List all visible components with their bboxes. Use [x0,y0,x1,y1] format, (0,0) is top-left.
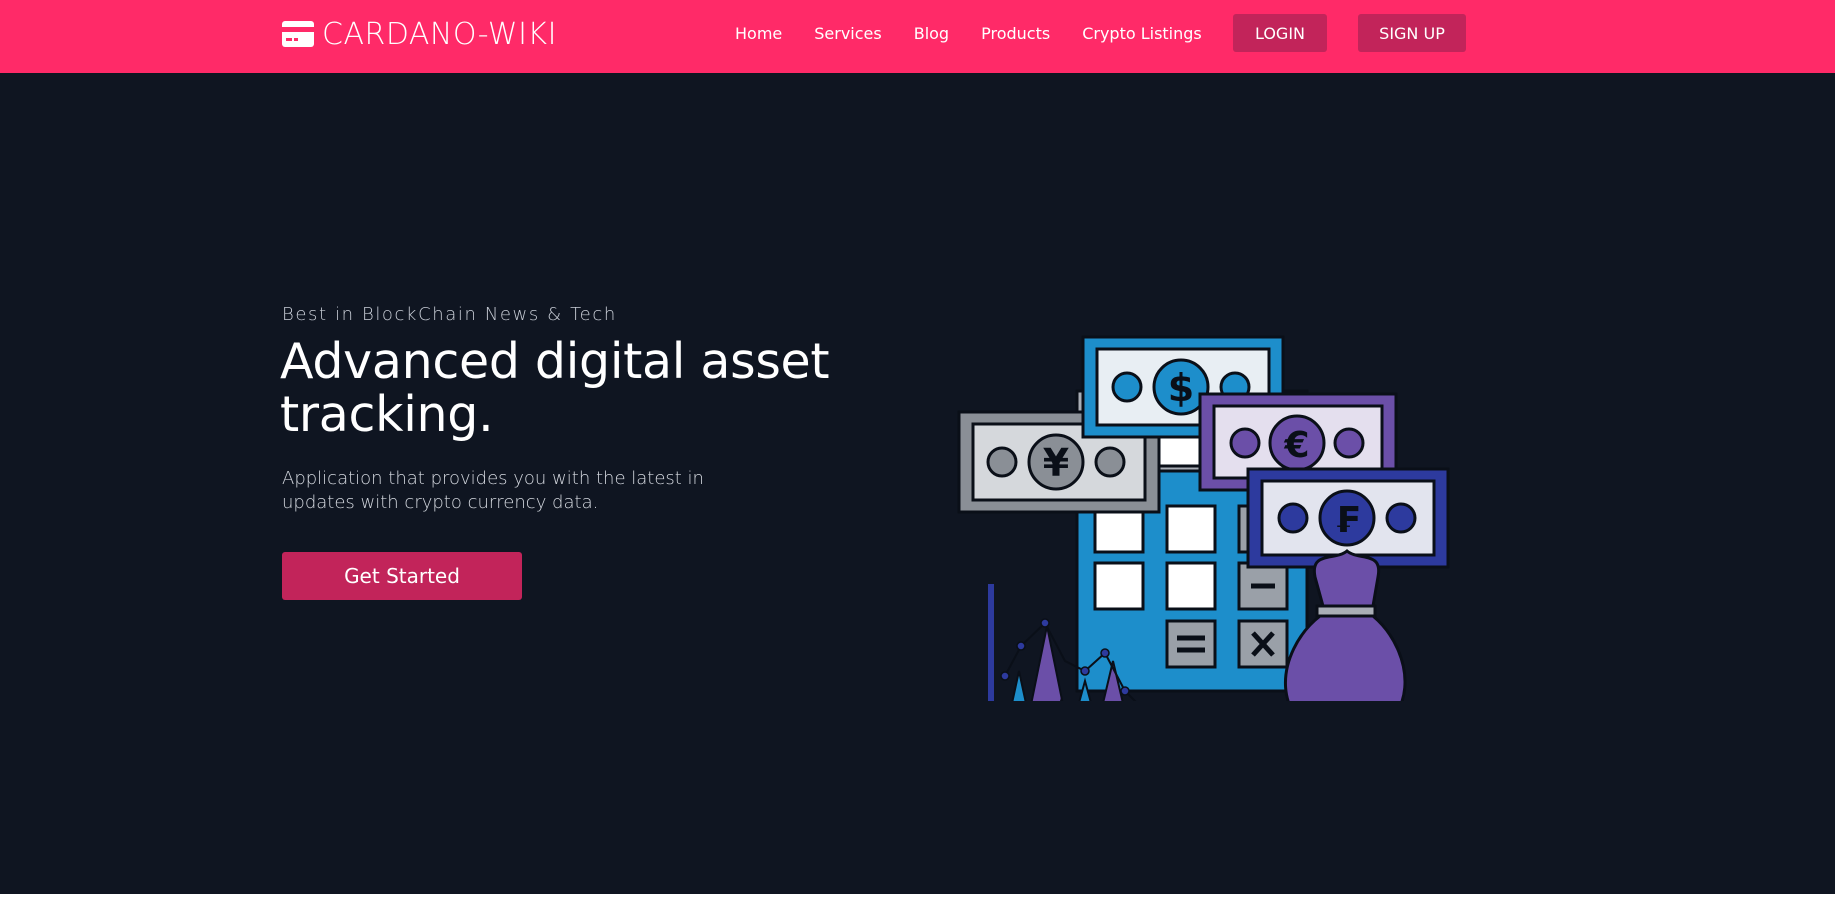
nav-link-services[interactable]: Services [814,24,881,43]
nav-link-crypto-listings[interactable]: Crypto Listings [1082,24,1202,43]
top-navbar: CARDANO-WIKI Home Services Blog Products… [0,0,1835,73]
finance-calculator-illustration: ¥ $ € ₣ [957,335,1450,701]
svg-text:₣: ₣ [1334,500,1359,541]
page-bottom-strip [0,894,1835,917]
brand-logo-link[interactable]: CARDANO-WIKI [282,14,557,54]
nav-link-home[interactable]: Home [735,24,782,43]
svg-text:$: $ [1168,366,1194,410]
signup-button[interactable]: SIGN UP [1358,14,1466,52]
hero-section: Best in BlockChain News & Tech Advanced … [0,73,1835,894]
credit-card-icon [282,21,314,47]
svg-text:€: € [1283,425,1309,466]
hero-headline: Advanced digital asset tracking. [280,333,830,443]
brand-name: CARDANO-WIKI [322,16,557,52]
login-button[interactable]: LOGIN [1233,14,1327,52]
main-nav: Home Services Blog Products Crypto Listi… [735,14,1234,52]
get-started-button[interactable]: Get Started [282,552,522,600]
svg-text:¥: ¥ [1043,441,1069,485]
hero-eyebrow: Best in BlockChain News & Tech [282,304,617,325]
nav-link-blog[interactable]: Blog [914,24,949,43]
nav-link-products[interactable]: Products [981,24,1050,43]
hero-subtext: Application that provides you with the l… [282,468,704,513]
